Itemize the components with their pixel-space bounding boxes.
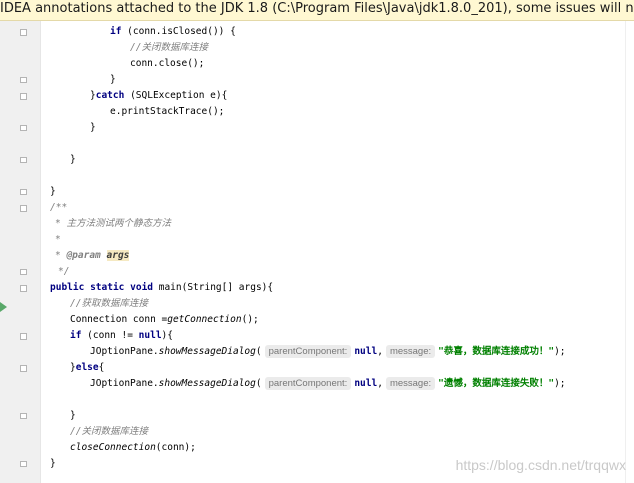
- code-line[interactable]: }: [70, 408, 76, 423]
- code-line[interactable]: if (conn != null){: [70, 328, 173, 343]
- code-line[interactable]: }else{: [70, 360, 104, 375]
- parameter-hint: parentComponent:: [264, 377, 352, 390]
- fold-marker-icon[interactable]: [20, 333, 27, 340]
- fold-marker-icon[interactable]: [20, 285, 27, 292]
- run-gutter-icon[interactable]: [0, 302, 7, 312]
- fold-marker-icon[interactable]: [20, 461, 27, 467]
- fold-marker-icon[interactable]: [20, 29, 27, 36]
- notification-banner: IDEA annotations attached to the JDK 1.8…: [0, 0, 634, 21]
- fold-marker-icon[interactable]: [20, 189, 27, 195]
- code-line[interactable]: * @param args: [55, 248, 130, 263]
- code-line[interactable]: //关闭数据库连接: [130, 40, 208, 55]
- code-line[interactable]: JOptionPane.showMessageDialog(parentComp…: [90, 344, 566, 359]
- code-line[interactable]: Connection conn =getConnection();: [70, 312, 259, 327]
- fold-marker-icon[interactable]: [20, 125, 27, 131]
- code-line[interactable]: //获取数据库连接: [70, 296, 148, 311]
- code-line[interactable]: //关闭数据库连接: [70, 424, 148, 439]
- parameter-hint: message:: [385, 345, 436, 358]
- editor-gutter[interactable]: [0, 21, 41, 483]
- fold-marker-icon[interactable]: [20, 269, 27, 275]
- code-line[interactable]: JOptionPane.showMessageDialog(parentComp…: [90, 376, 566, 391]
- code-line[interactable]: }: [90, 120, 96, 135]
- code-line[interactable]: /**: [50, 200, 67, 215]
- code-line[interactable]: }: [50, 456, 56, 471]
- fold-marker-icon[interactable]: [20, 157, 27, 163]
- code-line[interactable]: public static void main(String[] args){: [50, 280, 273, 295]
- code-line[interactable]: * 主方法测试两个静态方法: [55, 216, 171, 231]
- parameter-hint: parentComponent:: [264, 345, 352, 358]
- code-line[interactable]: }catch (SQLException e){: [90, 88, 227, 103]
- fold-marker-icon[interactable]: [20, 77, 27, 83]
- code-line[interactable]: *: [55, 232, 61, 247]
- code-line[interactable]: }: [50, 184, 56, 199]
- code-line[interactable]: }: [70, 152, 76, 167]
- watermark: https://blog.csdn.net/trqqwx: [455, 457, 626, 473]
- fold-marker-icon[interactable]: [20, 413, 27, 419]
- code-line[interactable]: e.printStackTrace();: [110, 104, 224, 119]
- code-line[interactable]: closeConnection(conn);: [70, 440, 196, 455]
- right-margin-guide: [625, 21, 626, 483]
- code-line[interactable]: conn.close();: [130, 56, 204, 71]
- code-line[interactable]: */: [58, 264, 69, 279]
- banner-text: IDEA annotations attached to the JDK 1.8…: [0, 1, 634, 16]
- fold-marker-icon[interactable]: [20, 205, 27, 212]
- fold-marker-icon[interactable]: [20, 365, 27, 372]
- parameter-hint: message:: [385, 377, 436, 390]
- code-line[interactable]: }: [110, 72, 116, 87]
- fold-marker-icon[interactable]: [20, 93, 27, 100]
- code-line[interactable]: if (conn.isClosed()) {: [110, 24, 236, 39]
